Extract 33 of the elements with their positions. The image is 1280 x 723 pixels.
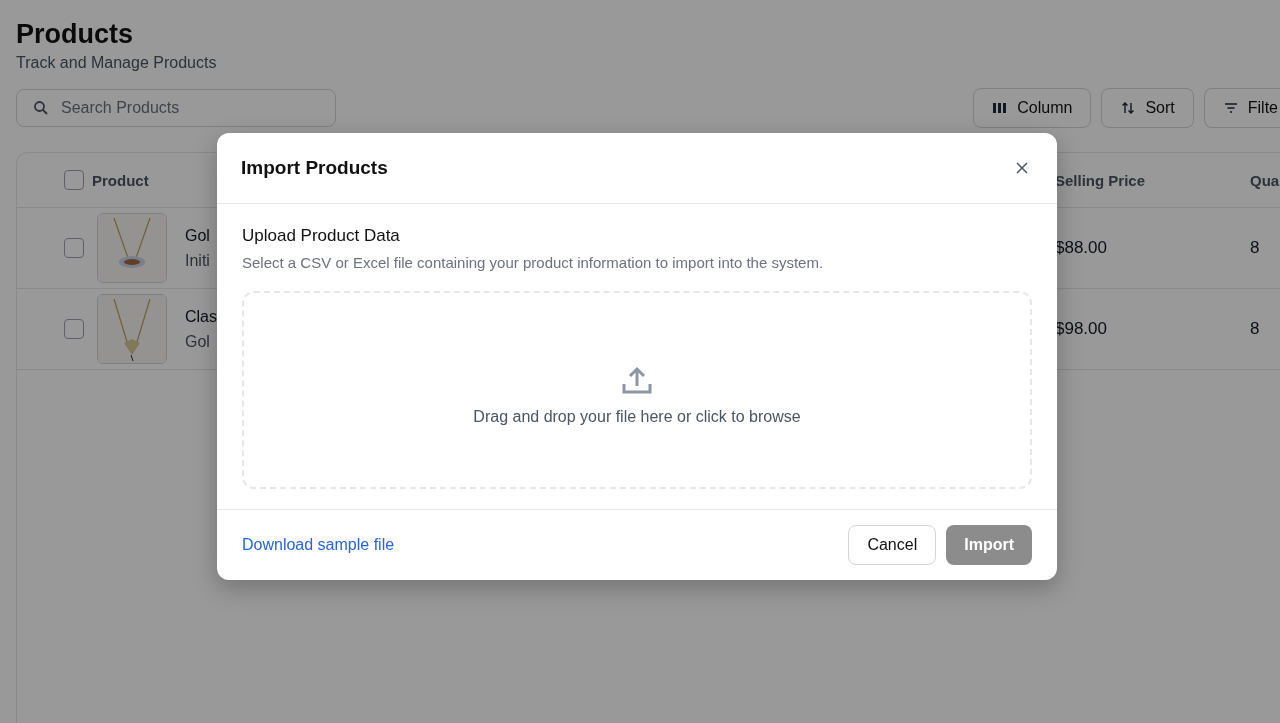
product-subtitle: Initi [185,251,210,271]
checkbox[interactable] [64,319,84,339]
column-header: Qua [1250,171,1280,189]
filter-icon [1222,100,1239,116]
sort-button[interactable]: Sort [1101,88,1194,128]
search-icon [33,100,49,116]
filter-button[interactable]: Filte [1203,88,1280,128]
product-name: Gol [185,226,210,246]
sort-arrows-icon [1120,100,1137,116]
product-name: Clas [185,307,217,327]
dialog-title: Import Products [241,157,388,179]
page-title: Products [16,18,135,50]
close-icon [1015,161,1029,175]
table-cell: 8 [1250,319,1260,339]
drop-zone-text: Drag and drop your file here or click to browse [473,408,801,426]
section-heading: Upload Product Data [242,226,401,246]
table-cell: 8 [1250,238,1260,258]
checkbox[interactable] [64,238,84,258]
product-subtitle: Gol [185,332,211,352]
drop-zone[interactable]: Drag and drop your file here or click to browse [242,291,1032,489]
column-header: Product [92,171,149,189]
download-link[interactable]: Download sample file [242,536,395,554]
columns-icon [992,100,1009,116]
upload-icon [621,364,653,396]
column-button[interactable]: Column [973,88,1092,128]
column-header: Selling Price [1055,171,1146,189]
page-subtitle: Track and Manage Products [16,54,218,72]
search-field[interactable]: Search Products [16,89,336,127]
table-cell: $88.00 [1055,238,1107,258]
checkbox[interactable] [64,170,84,190]
section-description: Select a CSV or Excel file containing your product information to import into the system. [242,254,825,271]
table-cell: $98.00 [1055,319,1107,339]
cancel-button[interactable]: Cancel [848,525,937,565]
